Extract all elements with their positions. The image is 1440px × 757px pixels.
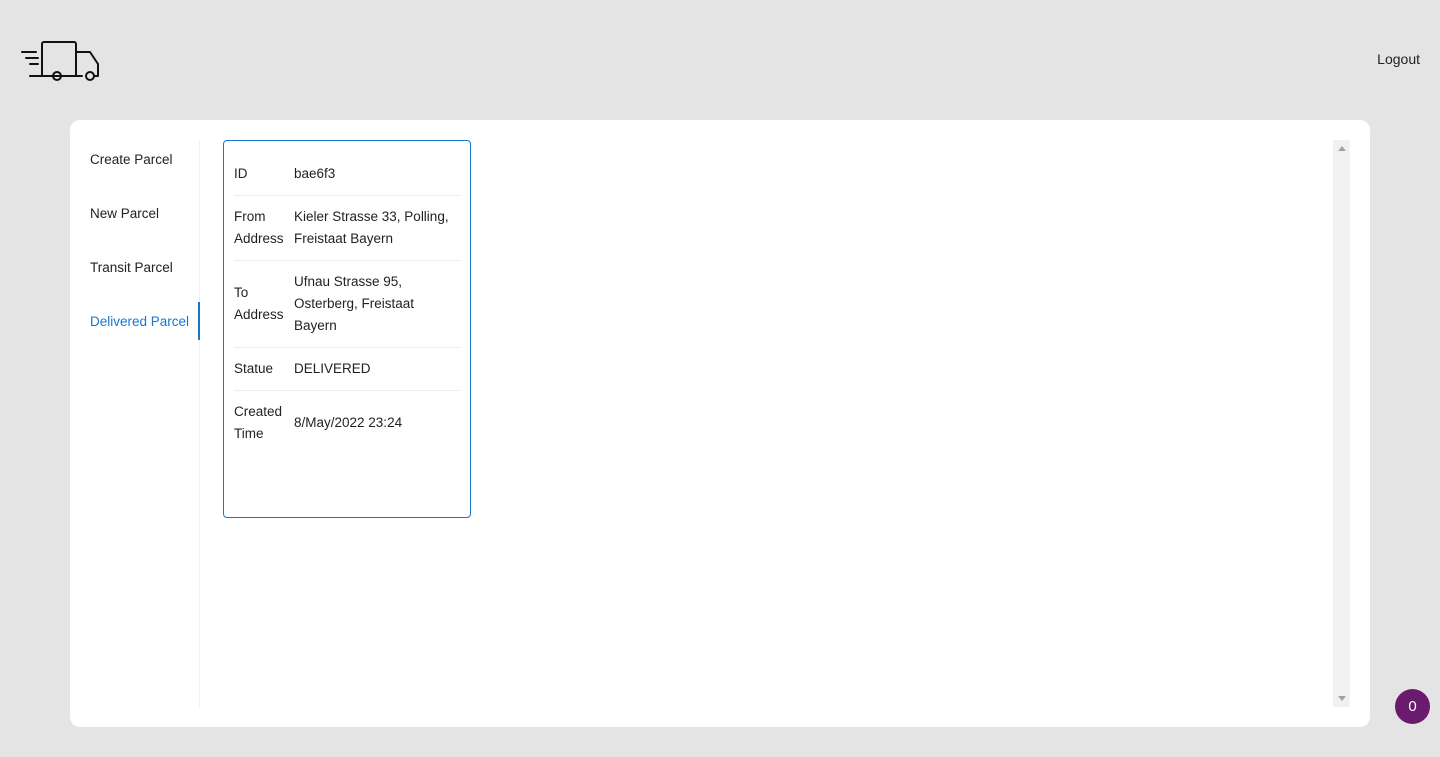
parcel-row-label: From Address <box>234 209 284 246</box>
parcel-created-time-value: 8/May/2022 23:24 <box>294 415 403 430</box>
vertical-scrollbar[interactable] <box>1333 140 1350 707</box>
parcel-id-value: bae6f3 <box>294 166 336 181</box>
parcel-row-label: ID <box>234 166 248 181</box>
parcel-row-label: Statue <box>234 361 274 376</box>
sidebar-item-delivered-parcel[interactable]: Delivered Parcel <box>70 302 200 340</box>
parcel-row-created-time: Created Time 8/May/2022 23:24 <box>234 391 460 455</box>
sidebar-item-new-parcel[interactable]: New Parcel <box>70 194 199 232</box>
parcel-row-label: To Address <box>234 285 284 322</box>
scroll-up-arrow-icon[interactable] <box>1333 140 1350 157</box>
parcel-row-to-address: To Address Ufnau Strasse 95, Osterberg, … <box>234 261 460 348</box>
logout-button[interactable]: Logout <box>1377 51 1420 67</box>
notification-count-badge[interactable]: 0 <box>1395 689 1430 724</box>
parcel-row-id: ID bae6f3 <box>234 153 460 196</box>
main-panel: Create Parcel New Parcel Transit Parcel … <box>70 120 1370 727</box>
logo[interactable] <box>20 38 102 82</box>
parcel-status-value: DELIVERED <box>294 361 371 376</box>
parcel-card[interactable]: ID bae6f3 From Address Kieler Strasse 33… <box>223 140 471 518</box>
delivery-truck-icon <box>21 41 99 81</box>
page: Logout Create Parcel New Parcel Transit … <box>0 0 1440 757</box>
sidebar: Create Parcel New Parcel Transit Parcel … <box>70 140 200 707</box>
parcel-row-from-address: From Address Kieler Strasse 33, Polling,… <box>234 196 460 261</box>
parcel-row-label: Created Time <box>234 404 283 441</box>
parcel-row-status: Statue DELIVERED <box>234 348 460 391</box>
parcel-from-address-value: Kieler Strasse 33, Polling, Freistaat Ba… <box>294 209 449 246</box>
parcel-to-address-value: Ufnau Strasse 95, Osterberg, Freistaat B… <box>294 274 415 333</box>
sidebar-item-transit-parcel[interactable]: Transit Parcel <box>70 248 199 286</box>
scroll-down-arrow-icon[interactable] <box>1333 690 1350 707</box>
sidebar-item-create-parcel[interactable]: Create Parcel <box>70 140 199 178</box>
